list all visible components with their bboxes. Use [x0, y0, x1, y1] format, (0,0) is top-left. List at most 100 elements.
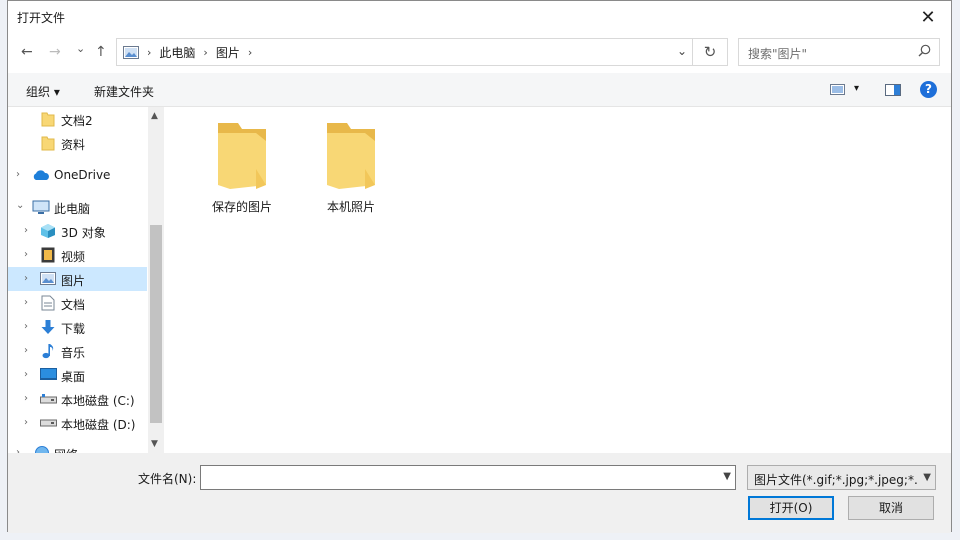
sidebar-item-label: 文档 [61, 298, 86, 312]
sidebar-item-label: 此电脑 [54, 202, 91, 216]
preview-pane-icon[interactable] [885, 84, 901, 96]
address-row: ← → ⌄ ↑ › 此电脑 › 图片 › ⌄ ↻ 搜索"图片" [8, 36, 951, 68]
network-icon [35, 446, 49, 453]
folder-icon [218, 123, 266, 189]
chevron-right-icon[interactable]: › [16, 169, 20, 180]
download-icon [41, 320, 55, 334]
sidebar-item-label: 网络 [54, 446, 78, 453]
crumb-pictures[interactable]: 图片 [216, 44, 240, 61]
sidebar-item-this-pc[interactable]: ⌄ 此电脑 [8, 195, 147, 219]
music-icon [42, 344, 54, 359]
sidebar-item-label: 下载 [61, 322, 86, 336]
cube-icon [41, 224, 55, 238]
film-icon [41, 247, 55, 263]
sidebar-item-docs2[interactable]: 文档2 [8, 107, 147, 131]
file-type-value: 图片文件(*.gif;*.jpg;*.jpeg;*. [754, 473, 918, 487]
chevron-right-icon[interactable]: › [24, 417, 28, 428]
open-button[interactable]: 打开(O) [748, 496, 834, 520]
sidebar-item-drive-d[interactable]: › 本地磁盘 (D:) [8, 411, 147, 435]
crumb-separator: › [203, 45, 208, 59]
sidebar-item-desktop[interactable]: › 桌面 [8, 363, 147, 387]
scroll-down-icon[interactable]: ▼ [151, 439, 158, 449]
desktop-icon [40, 368, 57, 380]
document-icon [41, 295, 55, 311]
chevron-right-icon[interactable]: › [24, 393, 28, 404]
scroll-up-icon[interactable]: ▲ [151, 111, 158, 121]
chevron-right-icon[interactable]: › [24, 321, 28, 332]
folder-item[interactable]: 保存的图片 [199, 119, 285, 215]
organize-button[interactable]: 组织 ▾ [26, 83, 60, 100]
chevron-right-icon[interactable]: › [24, 297, 28, 308]
file-type-select[interactable]: 图片文件(*.gif;*.jpg;*.jpeg;*. ▼ [747, 465, 936, 490]
search-placeholder: 搜索"图片" [748, 47, 808, 61]
sidebar-item-network[interactable]: › 网络 [8, 441, 147, 453]
folder-icon [327, 123, 375, 189]
chevron-down-icon[interactable]: ▼ [723, 471, 731, 482]
navigation-scrollbar[interactable]: ▲ ▼ [148, 107, 164, 453]
scrollbar-thumb[interactable] [150, 225, 162, 423]
sidebar-item-documents[interactable]: › 文档 [8, 291, 147, 315]
address-bar[interactable]: › 此电脑 › 图片 › ⌄ ↻ [116, 38, 728, 66]
folder-icon [41, 136, 55, 151]
view-menu-chevron-icon[interactable]: ▾ [854, 83, 859, 94]
forward-icon[interactable]: → [49, 44, 61, 60]
sidebar-item-label: OneDrive [54, 168, 111, 182]
folder-item[interactable]: 本机照片 [308, 119, 394, 215]
sidebar-item-3d-objects[interactable]: › 3D 对象 [8, 219, 147, 243]
up-icon[interactable]: ↑ [95, 44, 107, 60]
chevron-down-icon[interactable]: ⌄ [16, 200, 24, 211]
search-icon[interactable] [918, 44, 931, 57]
chevron-right-icon[interactable]: › [24, 249, 28, 260]
drive-icon [40, 419, 57, 427]
address-dropdown-icon[interactable]: ⌄ [677, 44, 687, 58]
sidebar-item-videos[interactable]: › 视频 [8, 243, 147, 267]
picture-icon [40, 272, 56, 285]
folder-label: 本机照片 [326, 200, 375, 214]
sidebar-item-downloads[interactable]: › 下载 [8, 315, 147, 339]
sidebar-item-drive-c[interactable]: › 本地磁盘 (C:) [8, 387, 147, 411]
chevron-right-icon[interactable]: › [24, 273, 28, 284]
picture-location-icon [123, 45, 139, 59]
sidebar-item-label: 图片 [61, 274, 86, 288]
chevron-down-icon[interactable]: ▼ [923, 472, 931, 483]
chevron-right-icon[interactable]: › [24, 369, 28, 380]
refresh-icon[interactable]: ↻ [692, 39, 727, 65]
sidebar-item-music[interactable]: › 音乐 [8, 339, 147, 363]
crumb-this-pc[interactable]: 此电脑 [159, 44, 195, 61]
filename-label: 文件名(N): [138, 472, 197, 486]
recent-locations-icon[interactable]: ⌄ [76, 42, 85, 55]
sidebar-item-materials[interactable]: 资料 [8, 131, 147, 155]
sidebar-item-label: 3D 对象 [61, 226, 106, 240]
navigation-pane: 文档2 资料 › OneDrive ⌄ 此电脑 › 3D 对象 › 视频 › 图… [8, 107, 148, 453]
close-icon[interactable]: ✕ [905, 1, 951, 33]
file-name-bar: 文件名(N): ▼ 图片文件(*.gif;*.jpg;*.jpeg;*. ▼ 打… [8, 453, 951, 533]
chevron-right-icon[interactable]: › [24, 225, 28, 236]
sidebar-item-label: 视频 [61, 250, 86, 264]
sidebar-item-label: 音乐 [61, 346, 86, 360]
sidebar-item-label: 资料 [61, 138, 86, 152]
folder-icon [41, 112, 55, 127]
view-mode-icon[interactable] [830, 84, 845, 95]
sidebar-item-label: 桌面 [61, 370, 86, 384]
help-icon[interactable]: ? [920, 81, 937, 98]
crumb-separator[interactable]: › [248, 46, 252, 59]
sidebar-item-pictures[interactable]: › 图片 [8, 267, 147, 291]
cloud-icon [33, 170, 49, 180]
sidebar-item-label: 本地磁盘 (D:) [61, 418, 136, 432]
open-file-dialog: 打开文件 ✕ ← → ⌄ ↑ › 此电脑 › 图片 › ⌄ ↻ 搜索"图片" 组… [7, 0, 952, 533]
sidebar-item-label: 文档2 [61, 114, 93, 128]
sidebar-item-onedrive[interactable]: › OneDrive [8, 163, 147, 187]
sidebar-item-label: 本地磁盘 (C:) [61, 394, 135, 408]
file-list-area[interactable]: 保存的图片 本机照片 [165, 107, 951, 453]
chevron-right-icon[interactable]: › [24, 345, 28, 356]
cancel-button[interactable]: 取消 [848, 496, 934, 520]
filename-input[interactable]: ▼ [200, 465, 736, 490]
drive-icon [40, 394, 57, 404]
computer-icon [32, 200, 50, 214]
search-input[interactable]: 搜索"图片" [738, 38, 940, 66]
command-toolbar: 组织 ▾ 新建文件夹 ▾ ? [8, 73, 951, 107]
crumb-separator: › [147, 45, 152, 59]
back-icon[interactable]: ← [21, 44, 33, 60]
new-folder-button[interactable]: 新建文件夹 [94, 83, 154, 100]
window-title: 打开文件 [17, 11, 66, 25]
